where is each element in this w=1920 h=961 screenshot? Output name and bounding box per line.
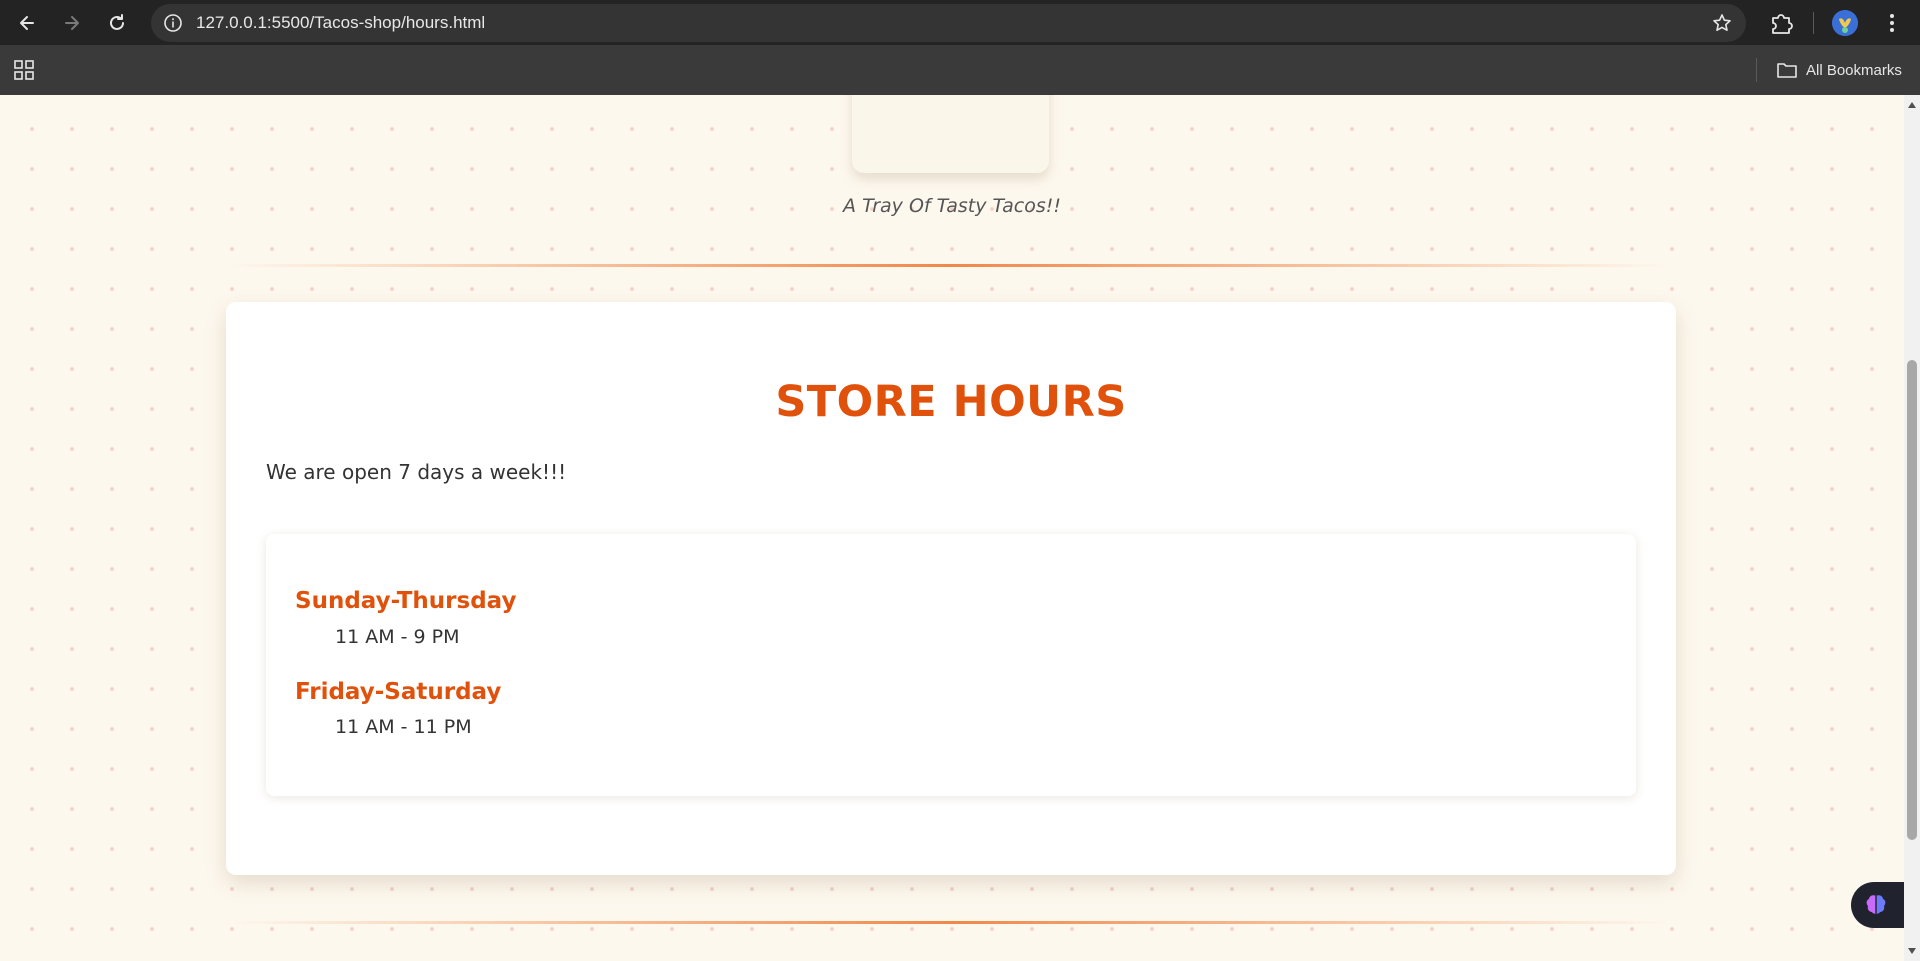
back-button[interactable] — [12, 8, 42, 38]
profile-avatar[interactable] — [1832, 10, 1858, 36]
brain-icon — [1866, 895, 1886, 914]
url-text[interactable]: 127.0.0.1:5500/Tacos-shop/hours.html — [196, 4, 485, 42]
folder-icon — [1777, 63, 1797, 78]
toolbar-separator — [1813, 12, 1814, 34]
store-hours-card: STORE HOURS We are open 7 days a week!!!… — [226, 302, 1676, 875]
scroll-up-arrow-icon[interactable] — [1907, 100, 1917, 110]
schedule-days: Friday-Saturday — [295, 679, 502, 705]
apps-grid-icon[interactable] — [13, 59, 35, 81]
hours-list: Sunday-Thursday 11 AM - 9 PM Friday-Satu… — [266, 534, 1636, 796]
schedule-days: Sunday-Thursday — [295, 588, 517, 614]
kebab-menu-icon[interactable] — [1882, 10, 1902, 36]
store-hours-intro: We are open 7 days a week!!! — [266, 460, 567, 484]
section-divider — [225, 264, 1675, 267]
bookmarks-bar: All Bookmarks — [0, 45, 1920, 95]
avatar-icon — [1832, 10, 1858, 36]
address-bar[interactable]: 127.0.0.1:5500/Tacos-shop/hours.html — [151, 4, 1746, 42]
all-bookmarks-label[interactable]: All Bookmarks — [1806, 62, 1902, 79]
bookmarks-separator — [1756, 58, 1757, 82]
store-hours-title: STORE HOURS — [775, 377, 1127, 427]
forward-button[interactable] — [57, 8, 87, 38]
scroll-down-arrow-icon[interactable] — [1907, 946, 1917, 956]
schedule-hours: 11 AM - 9 PM — [335, 626, 460, 648]
reload-icon — [110, 14, 124, 30]
back-arrow-icon — [20, 16, 34, 30]
section-divider — [225, 921, 1675, 924]
scrollbar-thumb[interactable] — [1907, 360, 1917, 840]
image-caption: A Tray Of Tasty Tacos!! — [843, 195, 1061, 217]
forward-arrow-icon — [65, 16, 79, 30]
browser-toolbar: 127.0.0.1:5500/Tacos-shop/hours.html — [0, 0, 1920, 45]
floating-assistant-button[interactable] — [1851, 882, 1904, 928]
all-bookmarks-button[interactable]: All Bookmarks — [1776, 57, 1902, 83]
page-viewport: A Tray Of Tasty Tacos!! STORE HOURS We a… — [0, 95, 1904, 961]
star-icon[interactable] — [1712, 13, 1732, 33]
page-scrollbar[interactable] — [1904, 95, 1920, 961]
puzzle-icon[interactable] — [1768, 10, 1794, 36]
site-info-icon[interactable] — [163, 13, 183, 33]
reload-button[interactable] — [102, 8, 132, 38]
schedule-hours: 11 AM - 11 PM — [335, 716, 472, 738]
tacos-image — [852, 95, 1049, 173]
